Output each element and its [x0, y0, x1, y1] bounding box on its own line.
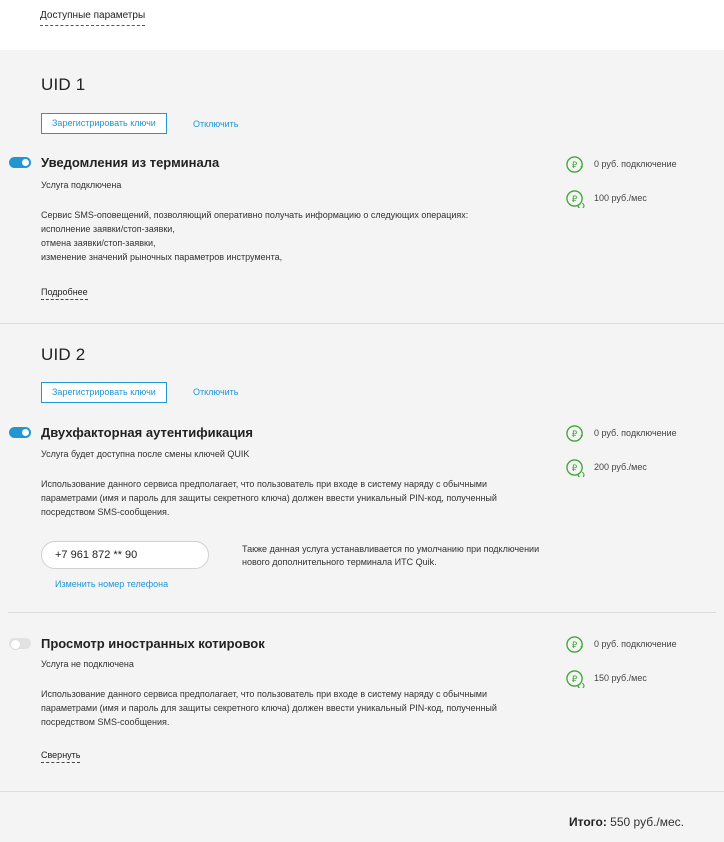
service-note: Также данная услуга устанавливается по у… [242, 544, 540, 567]
price-monthly: ₽ 150 руб./мес [566, 668, 647, 688]
price-connect: ₽ 0 руб. подключение [566, 154, 677, 174]
total-summary: Итого: 550 руб./мес. [569, 815, 684, 829]
toggle-two-factor[interactable] [9, 427, 31, 438]
service-title: Уведомления из терминала [41, 155, 220, 170]
service-title: Просмотр иностранных котировок [41, 636, 265, 651]
tab-available-params[interactable]: Доступные параметры [40, 10, 146, 26]
svg-text:₽: ₽ [572, 429, 578, 439]
section-divider [0, 323, 724, 324]
svg-text:₽: ₽ [572, 160, 578, 170]
more-link[interactable]: Подробнее [41, 287, 88, 300]
svg-text:₽: ₽ [572, 463, 578, 473]
collapse-link[interactable]: Свернуть [41, 750, 81, 763]
svg-text:₽: ₽ [572, 640, 578, 650]
service-status: Услуга будет доступна после смены ключей… [41, 449, 250, 459]
uid1-disable-link[interactable]: Отключить [193, 119, 239, 129]
service-description: Использование данного сервиса предполага… [41, 479, 497, 517]
uid1-register-keys-button[interactable]: Зарегистрировать ключи [41, 113, 167, 134]
ruble-connect-icon: ₽ [566, 635, 584, 653]
ruble-connect-icon: ₽ [566, 155, 584, 173]
svg-text:₽: ₽ [572, 674, 578, 684]
service-status: Услуга подключена [41, 180, 122, 190]
ruble-monthly-icon: ₽ [566, 189, 585, 208]
total-label: Итого: [568, 815, 607, 829]
top-tabs: Доступные параметры [0, 0, 724, 50]
uid2-title: UID 2 [41, 345, 86, 364]
price-connect: ₽ 0 руб. подключение [566, 634, 677, 654]
service-status: Услуга не подключена [41, 659, 134, 669]
uid2-disable-link[interactable]: Отключить [193, 387, 239, 397]
service-description: Сервис SMS-оповещений, позволяющий опера… [41, 210, 469, 262]
svg-text:₽: ₽ [572, 194, 578, 204]
uid2-register-keys-button[interactable]: Зарегистрировать ключи [41, 382, 167, 403]
price-connect: ₽ 0 руб. подключение [566, 423, 677, 443]
ruble-monthly-icon: ₽ [566, 458, 585, 477]
tab-notch [76, 41, 96, 50]
service-description: Использование данного сервиса предполага… [41, 689, 497, 727]
service-divider [8, 612, 716, 613]
toggle-terminal-notifications[interactable] [9, 157, 31, 168]
ruble-connect-icon: ₽ [566, 424, 584, 442]
ruble-monthly-icon: ₽ [566, 669, 585, 688]
service-title: Двухфакторная аутентификация [41, 425, 253, 440]
total-value: 550 руб./мес. [610, 815, 684, 829]
uid1-title: UID 1 [41, 75, 86, 94]
price-monthly: ₽ 100 руб./мес [566, 188, 647, 208]
change-phone-link[interactable]: Изменить номер телефона [55, 579, 168, 589]
phone-field: +7 961 872 ** 90 [41, 541, 209, 569]
total-divider [0, 791, 724, 792]
price-monthly: ₽ 200 руб./мес [566, 457, 647, 477]
toggle-foreign-quotes[interactable] [9, 638, 31, 650]
